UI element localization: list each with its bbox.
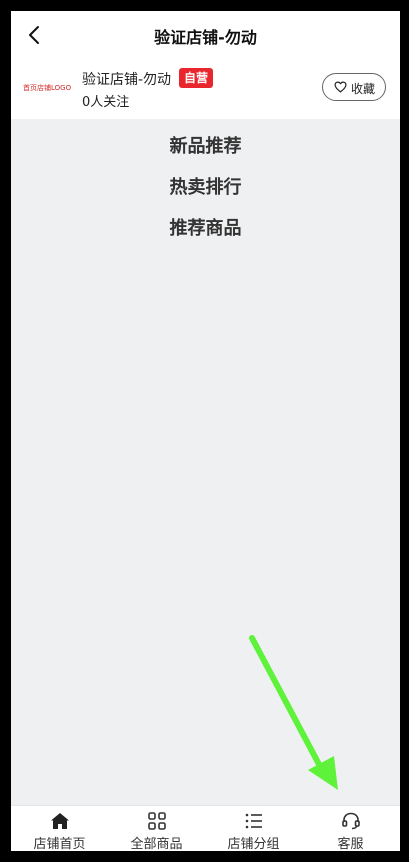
tab-all-products[interactable]: 全部商品: [108, 806, 205, 851]
page-title: 验证店铺-勿动: [154, 28, 257, 47]
heart-icon: [334, 81, 347, 93]
home-icon: [51, 813, 69, 829]
section-new-products[interactable]: 新品推荐: [11, 132, 400, 158]
follower-count: 0人关注: [82, 95, 130, 110]
headset-icon: [342, 812, 360, 830]
list-icon: [245, 813, 262, 829]
tab-label: 店铺首页: [33, 837, 86, 851]
section-recommended-products[interactable]: 推荐商品: [11, 214, 400, 240]
grid-icon: [148, 812, 166, 830]
store-info-bar: 首页店铺LOGO 验证店铺-勿动 自营 0人关注 收藏: [11, 59, 400, 119]
favorite-label: 收藏: [351, 82, 376, 96]
tab-store-groups[interactable]: 店铺分组: [205, 806, 302, 851]
tab-label: 客服: [337, 837, 364, 851]
bottom-tab-bar: 店铺首页 全部商品 店铺分组 客服: [11, 805, 400, 851]
store-logo: 首页店铺LOGO: [23, 84, 72, 92]
tab-customer-service[interactable]: 客服: [302, 806, 399, 851]
self-operated-badge: 自营: [179, 68, 214, 88]
tab-label: 全部商品: [130, 837, 183, 851]
tab-label: 店铺分组: [227, 837, 280, 851]
tab-store-home[interactable]: 店铺首页: [11, 806, 108, 851]
store-name: 验证店铺-勿动: [82, 72, 172, 88]
section-hot-ranking[interactable]: 热卖排行: [11, 173, 400, 199]
annotation-arrow-icon: [249, 635, 338, 790]
favorite-button[interactable]: 收藏: [322, 73, 386, 101]
top-header: 验证店铺-勿动: [11, 11, 400, 59]
